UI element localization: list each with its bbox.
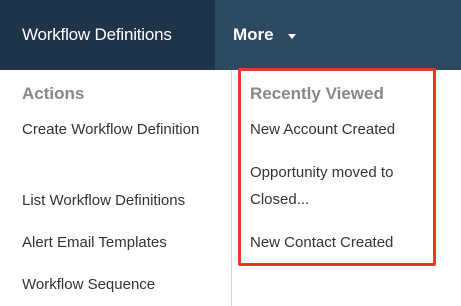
create-workflow-definition-link[interactable]: Create Workflow Definition [22,116,212,143]
top-nav-bar: Workflow Definitions More [0,0,461,70]
recent-new-contact-created-link[interactable]: New Contact Created [250,229,430,256]
more-dropdown-menu: Actions Create Workflow Definition List … [0,68,461,306]
chevron-down-icon [287,33,296,39]
alert-email-templates-link[interactable]: Alert Email Templates [22,229,227,256]
tab-workflow-definitions[interactable]: Workflow Definitions [0,0,215,70]
actions-column: Actions Create Workflow Definition List … [0,70,232,306]
workflow-sequence-link[interactable]: Workflow Sequence [22,271,227,298]
recent-opportunity-moved-link[interactable]: Opportunity moved to Closed... [250,159,430,213]
recently-viewed-heading: Recently Viewed [250,84,384,103]
more-menu-button[interactable]: More [215,0,296,70]
actions-heading: Actions [22,84,85,103]
list-workflow-definitions-link[interactable]: List Workflow Definitions [22,187,227,214]
recent-new-account-created-link[interactable]: New Account Created [250,116,430,143]
more-label: More [233,25,274,44]
